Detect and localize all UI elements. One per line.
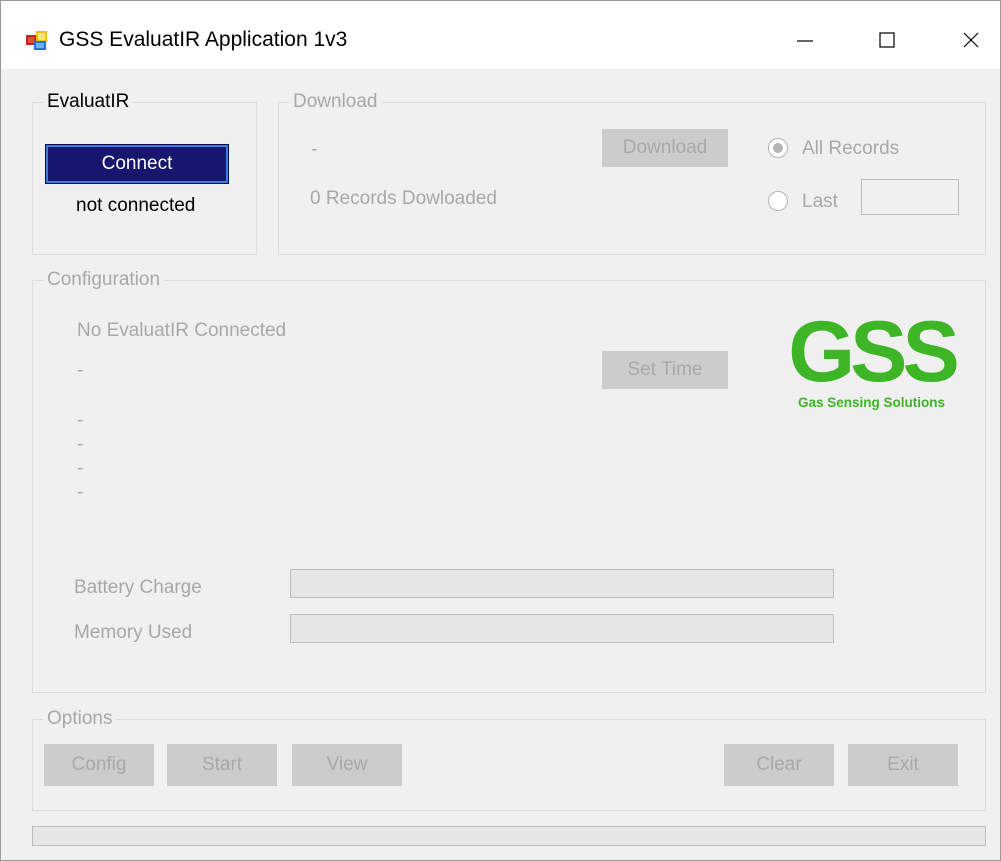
download-legend: Download	[289, 92, 382, 112]
config-button[interactable]: Config	[44, 744, 154, 786]
connection-status: not connected	[76, 195, 196, 216]
start-button[interactable]: Start	[167, 744, 277, 786]
config-line-2: -	[77, 410, 84, 431]
last-records-input[interactable]	[861, 179, 959, 215]
config-line-5: -	[77, 482, 84, 503]
status-progress-bar	[32, 826, 986, 846]
radio-selected-dot	[773, 143, 783, 153]
config-line-4: -	[77, 458, 84, 479]
configuration-legend: Configuration	[43, 270, 165, 290]
memory-used-bar	[290, 614, 834, 643]
close-icon	[963, 32, 979, 48]
battery-charge-bar	[290, 569, 834, 598]
window-title: GSS EvaluatIR Application 1v3	[59, 28, 348, 51]
download-status-dash: -	[311, 139, 318, 160]
config-line-1: -	[77, 360, 84, 381]
exit-button[interactable]: Exit	[848, 744, 958, 786]
all-records-radio[interactable]	[768, 138, 788, 158]
last-records-label[interactable]: Last	[802, 191, 838, 213]
logo-main-text: GSS	[788, 304, 960, 400]
evaluatir-legend: EvaluatIR	[43, 92, 134, 112]
logo-subtitle: Gas Sensing Solutions	[797, 395, 946, 410]
memory-used-label: Memory Used	[74, 622, 193, 643]
config-line-3: -	[77, 434, 84, 455]
gss-logo: GSS Gas Sensing Solutions	[779, 309, 964, 415]
title-bar[interactable]: GSS EvaluatIR Application 1v3	[1, 1, 1000, 69]
minimize-icon	[797, 40, 813, 42]
set-time-button[interactable]: Set Time	[602, 351, 728, 389]
connect-button[interactable]: Connect	[45, 144, 229, 184]
close-button[interactable]	[951, 21, 991, 59]
maximize-icon	[879, 32, 895, 48]
view-button[interactable]: View	[292, 744, 402, 786]
battery-charge-label: Battery Charge	[74, 577, 202, 598]
device-status-text: No EvaluatIR Connected	[77, 320, 287, 341]
clear-button[interactable]: Clear	[724, 744, 834, 786]
application-icon	[26, 31, 47, 50]
minimize-button[interactable]	[785, 21, 825, 59]
records-downloaded-text: 0 Records Dowloaded	[310, 188, 497, 209]
maximize-button[interactable]	[867, 21, 907, 59]
download-button[interactable]: Download	[602, 129, 728, 167]
main-window: GSS EvaluatIR Application 1v3 EvaluatIR …	[0, 0, 1001, 861]
options-legend: Options	[43, 709, 117, 729]
last-records-radio[interactable]	[768, 191, 788, 211]
all-records-label[interactable]: All Records	[802, 138, 899, 160]
